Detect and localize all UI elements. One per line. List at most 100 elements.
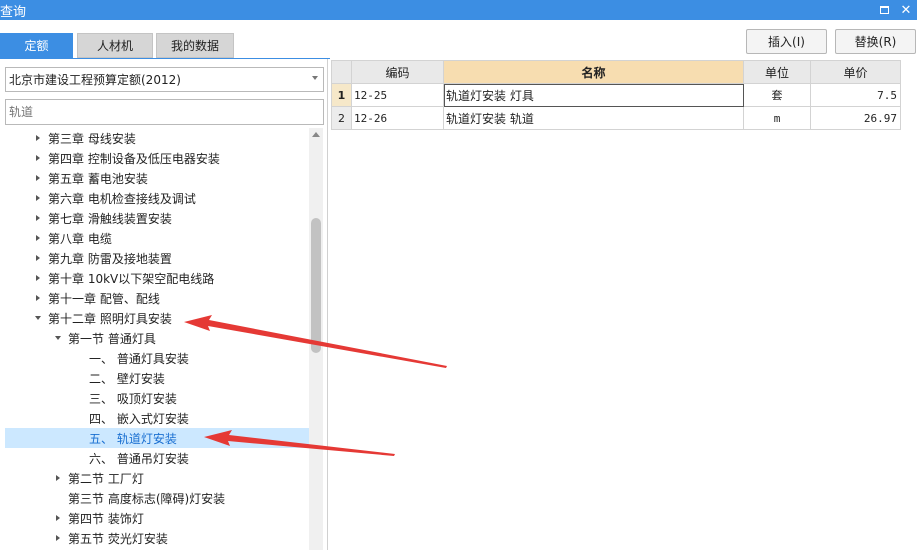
tree-item[interactable]: 第一节 普通灯具 (5, 328, 309, 348)
tree-item-label: 第十一章 配管、配线 (48, 291, 160, 306)
triangle-right-icon (56, 515, 60, 521)
tree-item[interactable]: 第四章 控制设备及低压电器安装 (5, 148, 309, 168)
tree-item[interactable]: 六、 普通吊灯安装 (5, 448, 309, 468)
tab-quota[interactable]: 定额 (0, 33, 73, 58)
collapsed-arrow-icon[interactable] (33, 228, 43, 248)
left-panel: 北京市建设工程预算定额(2012) 第三章 母线安装第四章 控制设备及低压电器安… (0, 59, 330, 550)
collapsed-arrow-icon[interactable] (33, 128, 43, 148)
panel-divider (327, 59, 328, 550)
collapsed-arrow-icon[interactable] (53, 508, 63, 528)
cell-price[interactable]: 26.97 (810, 106, 901, 130)
tab-my-data[interactable]: 我的数据 (156, 33, 234, 58)
cell-price[interactable]: 7.5 (810, 83, 901, 107)
collapsed-arrow-icon[interactable] (53, 468, 63, 488)
tree-item[interactable]: 四、 嵌入式灯安装 (5, 408, 309, 428)
results-grid-panel: 编码 名称 单位 单价 1 12-25 轨道灯安装 灯具 套 7.5 2 12-… (330, 59, 917, 550)
tree-item-label: 第五节 荧光灯安装 (68, 531, 168, 546)
tree-item[interactable]: 一、 普通灯具安装 (5, 348, 309, 368)
quota-library-value: 北京市建设工程预算定额(2012) (9, 73, 181, 87)
tree-item-label: 五、 轨道灯安装 (89, 431, 177, 446)
tree-item[interactable]: 第三节 高度标志(障碍)灯安装 (5, 488, 309, 508)
tree-item-label: 第三节 高度标志(障碍)灯安装 (68, 491, 226, 506)
cell-name[interactable]: 轨道灯安装 灯具 (443, 83, 744, 107)
tree-item[interactable]: 三、 吸顶灯安装 (5, 388, 309, 408)
triangle-right-icon (56, 535, 60, 541)
title-bar: 查询 ✕ (0, 0, 917, 20)
tree-item[interactable]: 第二节 工厂灯 (5, 468, 309, 488)
quota-library-select[interactable]: 北京市建设工程预算定额(2012) (5, 67, 324, 92)
tab-labor-material-machine[interactable]: 人材机 (77, 33, 153, 58)
tree-item-label: 第八章 电缆 (48, 231, 112, 246)
tree-item-label: 第三章 母线安装 (48, 131, 136, 146)
scroll-up-icon[interactable] (312, 132, 320, 137)
search-input[interactable] (5, 99, 324, 125)
tree-item-label: 第一节 普通灯具 (68, 331, 156, 346)
triangle-down-icon (35, 316, 41, 320)
table-row[interactable]: 2 12-26 轨道灯安装 轨道 m 26.97 (331, 106, 901, 130)
triangle-right-icon (36, 235, 40, 241)
chapter-tree: 第三章 母线安装第四章 控制设备及低压电器安装 第五章 蓄电池安装第六章 电机检查… (5, 128, 309, 550)
tree-item-label: 第十章 10kV以下架空配电线路 (48, 271, 215, 286)
collapsed-arrow-icon[interactable] (53, 528, 63, 548)
triangle-right-icon (36, 195, 40, 201)
grid-header-row: 编码 名称 单位 单价 (331, 60, 901, 84)
tree-item-label: 第四节 装饰灯 (68, 511, 144, 526)
tree-item-label: 六、 普通吊灯安装 (89, 451, 189, 466)
triangle-right-icon (36, 135, 40, 141)
collapsed-arrow-icon[interactable] (33, 268, 43, 288)
tree-scrollbar[interactable] (309, 128, 323, 550)
row-number: 2 (331, 106, 352, 130)
collapsed-arrow-icon[interactable] (33, 248, 43, 268)
expanded-arrow-icon[interactable] (53, 328, 63, 348)
tree-item[interactable]: 第七章 滑触线装置安装 (5, 208, 309, 228)
column-header-code[interactable]: 编码 (351, 60, 444, 84)
scrollbar-thumb[interactable] (311, 218, 321, 353)
maximize-icon (879, 6, 889, 14)
triangle-right-icon (36, 275, 40, 281)
maximize-button[interactable] (875, 0, 893, 20)
tree-item-label: 二、 壁灯安装 (89, 371, 165, 386)
close-icon: ✕ (900, 2, 912, 18)
tree-item[interactable]: 五、 轨道灯安装 (5, 428, 309, 448)
tree-item-label: 一、 普通灯具安装 (89, 351, 189, 366)
tree-item[interactable]: 第八章 电缆 (5, 228, 309, 248)
collapsed-arrow-icon[interactable] (33, 208, 43, 228)
tree-item[interactable]: 第十一章 配管、配线 (5, 288, 309, 308)
cell-unit[interactable]: m (743, 106, 811, 130)
column-header-unit[interactable]: 单位 (743, 60, 811, 84)
collapsed-arrow-icon[interactable] (33, 168, 43, 188)
tree-item[interactable]: 第五节 荧光灯安装 (5, 528, 309, 548)
collapsed-arrow-icon[interactable] (33, 148, 43, 168)
table-row[interactable]: 1 12-25 轨道灯安装 灯具 套 7.5 (331, 83, 901, 107)
collapsed-arrow-icon[interactable] (33, 188, 43, 208)
window-title: 查询 (0, 5, 27, 20)
triangle-right-icon (36, 215, 40, 221)
close-button[interactable]: ✕ (897, 0, 915, 20)
expanded-arrow-icon[interactable] (33, 308, 43, 328)
tree-item-label: 第五章 蓄电池安装 (48, 171, 148, 186)
cell-unit[interactable]: 套 (743, 83, 811, 107)
tree-item[interactable]: 第十章 10kV以下架空配电线路 (5, 268, 309, 288)
cell-name[interactable]: 轨道灯安装 轨道 (443, 106, 744, 130)
tree-item[interactable]: 第五章 蓄电池安装 (5, 168, 309, 188)
column-header-name[interactable]: 名称 (443, 60, 744, 84)
tree-item[interactable]: 二、 壁灯安装 (5, 368, 309, 388)
row-number: 1 (331, 83, 352, 107)
row-number-header (331, 60, 352, 84)
results-grid: 编码 名称 单位 单价 1 12-25 轨道灯安装 灯具 套 7.5 2 12-… (331, 60, 901, 130)
tree-item[interactable]: 第四节 装饰灯 (5, 508, 309, 528)
tree-item-label: 四、 嵌入式灯安装 (89, 411, 189, 426)
collapsed-arrow-icon[interactable] (33, 288, 43, 308)
tree-item[interactable]: 第三章 母线安装 (5, 128, 309, 148)
cell-code[interactable]: 12-25 (351, 83, 444, 107)
triangle-right-icon (36, 155, 40, 161)
tree-item[interactable]: 第九章 防雷及接地装置 (5, 248, 309, 268)
insert-button[interactable]: 插入(I) (746, 29, 827, 54)
triangle-right-icon (56, 475, 60, 481)
tree-item[interactable]: 第十二章 照明灯具安装 (5, 308, 309, 328)
cell-code[interactable]: 12-26 (351, 106, 444, 130)
tree-item[interactable]: 第六章 电机检查接线及调试 (5, 188, 309, 208)
tree-item-label: 第四章 控制设备及低压电器安装 (48, 151, 220, 166)
column-header-price[interactable]: 单价 (810, 60, 901, 84)
replace-button[interactable]: 替换(R) (835, 29, 916, 54)
